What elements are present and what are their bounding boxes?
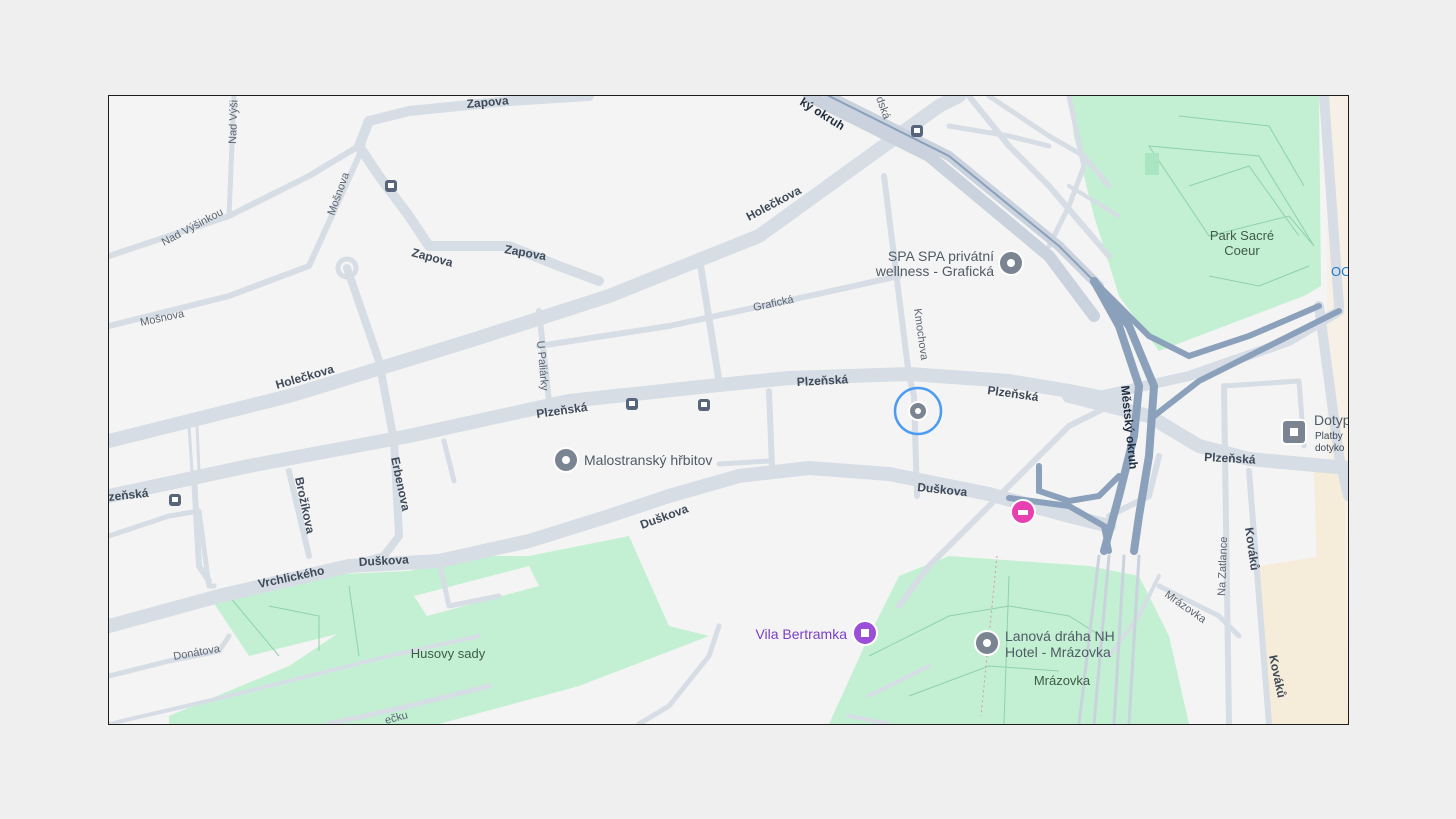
pin-icon[interactable] [998,250,1024,276]
street-label-na-zatlance: Na Zatlance [1216,536,1230,596]
selected-location[interactable] [893,386,943,436]
poi-dotyp[interactable]: Dotyp Platby dotyko [1281,412,1348,454]
street-label-donatova: Donátova [172,643,221,663]
street-label-plzenska-4: Plzeňská [1204,450,1256,467]
street-label-kovaku-1: Kováků [1242,526,1262,571]
poi-label-oc[interactable]: OC [1331,264,1348,279]
street-label-nad-vysinkou: Nad Výšinkou [160,206,226,248]
poi-label-dotyp-1: Dotyp [1314,412,1348,428]
poi-spa[interactable]: SPA SPA privátní wellness - Grafická [875,248,1024,279]
museum-icon[interactable] [852,620,878,646]
poi-label-spa-2: wellness - Grafická [875,263,994,279]
map-view[interactable]: Zapova Zapova Zapova Nad Výši Nad Výšink… [108,95,1349,725]
street-label-mosnova-1: Mošnova [326,170,353,217]
park-label-sacre-1: Park Sacré [1210,228,1274,243]
pin-icon[interactable] [974,630,1000,656]
tram-stop-icon[interactable] [626,398,638,410]
street-label-graficka: Grafická [752,293,795,313]
poi-vila-bertramka[interactable]: Vila Bertramka [755,620,878,646]
tram-stop-icon[interactable] [385,180,397,192]
poi-label-dotyp-2: Platby [1315,431,1343,442]
tram-stop-icon[interactable] [698,399,710,411]
street-label-plzenska-left: zeňská [109,486,149,504]
map-canvas[interactable]: Zapova Zapova Zapova Nad Výši Nad Výšink… [109,96,1348,724]
hotel-icon[interactable] [1010,499,1036,525]
park-label-husovy-sady: Husovy sady [411,646,486,661]
selected-location-icon[interactable] [908,401,928,421]
street-label-zapova-2: Zapova [503,242,547,263]
park-label-sacre-2: Coeur [1224,243,1260,258]
street-label-erbenova: Erbenova [388,456,413,513]
poi-label-lanova-1: Lanová dráha NH [1005,628,1115,644]
poi-label-malostransky: Malostranský hřbitov [584,452,712,468]
poi-malostransky-hrbitov[interactable]: Malostranský hřbitov [553,447,712,473]
park-label-mrazovka: Mrázovka [1034,673,1091,688]
street-label-u-palirky: U Paliárky [534,340,550,391]
poi-label-spa-1: SPA SPA privátní [888,248,994,264]
pin-icon[interactable] [553,447,579,473]
tram-stop-icon[interactable] [911,125,923,137]
poi-label-lanova-2: Hotel - Mrázovka [1005,644,1111,660]
street-label-nad-vysi: Nad Výši [227,100,241,144]
street-label-plzenska-2: Plzeňská [796,372,848,389]
poi-hotel[interactable] [1010,499,1036,525]
street-label-zapova-top: Zapova [466,96,509,111]
street-label-duskova-3: Duškova [358,552,409,569]
street-label-kmochova: Kmochova [911,308,930,362]
poi-label-dotyp-3: dotyko [1315,443,1345,454]
tram-stop-icon[interactable] [169,494,181,506]
pin-icon[interactable] [1281,419,1307,445]
poi-label-vila-bertramka: Vila Bertramka [755,626,847,642]
